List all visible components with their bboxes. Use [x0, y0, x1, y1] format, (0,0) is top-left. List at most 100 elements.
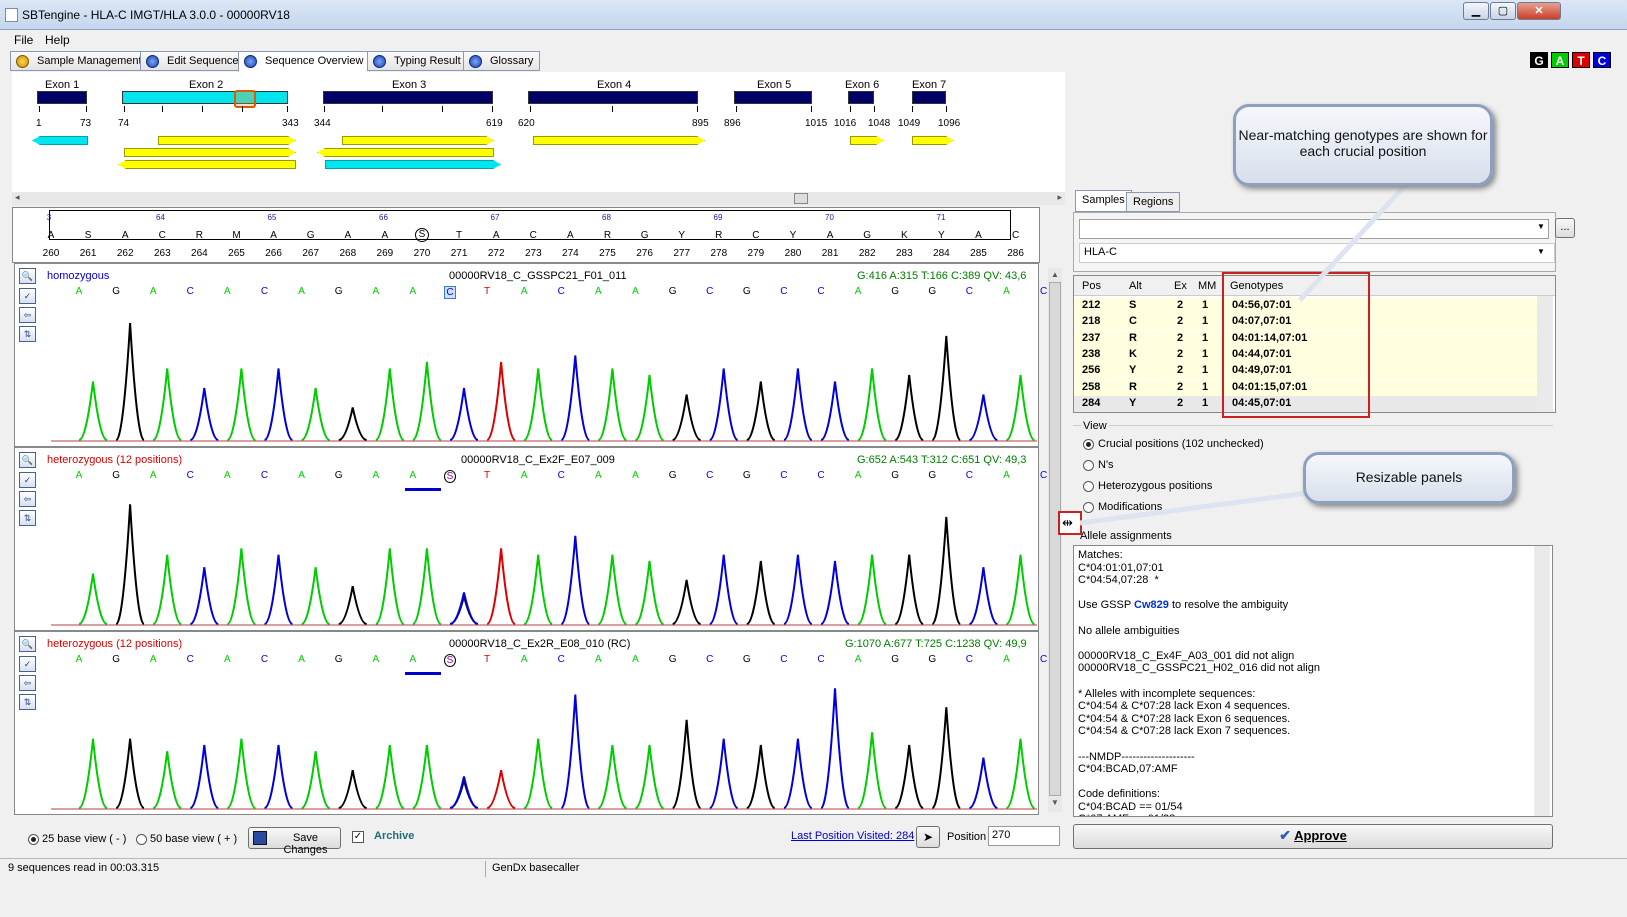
base-call[interactable]: G [741, 286, 753, 297]
base-call[interactable]: C [444, 286, 456, 299]
read-arrow[interactable] [158, 136, 296, 145]
col-mm[interactable]: MM [1198, 280, 1216, 292]
position-input[interactable]: 270 [988, 826, 1060, 846]
read-arrow[interactable] [317, 148, 494, 157]
exon-2-bar[interactable] [122, 91, 288, 104]
allele-assignments[interactable]: Matches: C*04:01:01,07:01 C*04:54,07:28 * U… [1073, 545, 1553, 817]
base-call[interactable]: A [296, 286, 308, 297]
arrow-left-icon[interactable]: ⇦ [19, 491, 36, 507]
base-call[interactable]: G [889, 286, 901, 297]
base-a[interactable]: A [1551, 52, 1569, 68]
read-arrow[interactable] [342, 136, 494, 145]
base-call[interactable]: C [704, 654, 716, 665]
exon-4-bar[interactable] [528, 91, 698, 104]
col-pos[interactable]: Pos [1082, 280, 1101, 292]
base-call[interactable]: A [73, 286, 85, 297]
trace-panel-2[interactable]: 🔍 ✓ ⇦ ⇅ heterozygous (12 positions) 0000… [14, 447, 1047, 631]
base-call[interactable]: A [1001, 654, 1013, 665]
tab-sample-management[interactable]: Sample Management [10, 51, 149, 71]
sample-combo[interactable] [1079, 219, 1549, 239]
read-arrow[interactable] [325, 160, 501, 169]
base-call[interactable]: A [630, 654, 642, 665]
arrow-left-icon[interactable]: ⇦ [19, 307, 36, 323]
read-arrow[interactable] [533, 136, 705, 145]
trace-panel-3[interactable]: 🔍 ✓ ⇦ ⇅ heterozygous (12 positions) 0000… [14, 631, 1047, 815]
goto-position-button[interactable]: ➤ [916, 826, 940, 848]
base-call[interactable]: A [852, 286, 864, 297]
base-call[interactable]: A [296, 470, 308, 481]
exon-3-bar[interactable] [323, 91, 493, 104]
read-arrow[interactable] [912, 136, 954, 145]
base-call[interactable]: A [221, 654, 233, 665]
base-call[interactable]: G [926, 654, 938, 665]
base-call[interactable]: A [630, 470, 642, 481]
base-call[interactable]: A [73, 654, 85, 665]
chromatogram[interactable] [51, 492, 1037, 628]
base-call[interactable]: A [1001, 470, 1013, 481]
base-call[interactable]: C [815, 654, 827, 665]
heterozygous-radio[interactable] [1083, 481, 1094, 492]
base-call[interactable]: G [667, 470, 679, 481]
base-call[interactable]: S [444, 470, 456, 483]
base-call[interactable]: A [73, 470, 85, 481]
splitter-handle[interactable]: ⇹ [1058, 511, 1082, 535]
sort-icon[interactable]: ⇅ [19, 326, 36, 342]
zoom-icon[interactable]: 🔍 [19, 268, 36, 284]
tab-sequence-overview[interactable]: Sequence Overview [238, 51, 371, 72]
base-call[interactable]: C [778, 654, 790, 665]
base-g[interactable]: G [1530, 52, 1548, 68]
base-call[interactable]: A [852, 654, 864, 665]
base-call[interactable]: G [889, 470, 901, 481]
base-call[interactable]: G [333, 286, 345, 297]
base-call[interactable]: C [704, 470, 716, 481]
base-call[interactable]: A [407, 470, 419, 481]
base-call[interactable]: S [444, 654, 456, 667]
base-call[interactable]: G [926, 286, 938, 297]
zoom-icon[interactable]: 🔍 [19, 452, 36, 468]
menu-help[interactable]: Help [45, 33, 70, 47]
base-call[interactable]: C [963, 286, 975, 297]
base-call[interactable]: A [370, 286, 382, 297]
base-call[interactable]: T [481, 654, 493, 665]
base-call[interactable]: G [926, 470, 938, 481]
col-ex[interactable]: Ex [1174, 280, 1187, 292]
ns-radio[interactable] [1083, 460, 1094, 471]
tab-typing-result[interactable]: Typing Result [367, 51, 468, 71]
trace-scrollbar[interactable]: ▲ ▼ [1048, 268, 1062, 812]
base-call[interactable]: A [221, 470, 233, 481]
save-changes-button[interactable]: Save Changes [248, 827, 341, 856]
base-call[interactable]: A [592, 654, 604, 665]
base-call[interactable]: G [667, 286, 679, 297]
approve-button[interactable]: ✔ Approve [1073, 824, 1553, 849]
trace-panel-1[interactable]: 🔍 ✓ ⇦ ⇅ homozygous 00000RV18_C_GSSPC21_F… [14, 263, 1047, 447]
modifications-radio[interactable] [1083, 502, 1094, 513]
browse-button[interactable]: ... [1555, 218, 1575, 238]
base-call[interactable]: G [741, 470, 753, 481]
view-50-radio[interactable] [136, 834, 147, 845]
base-call[interactable]: T [481, 286, 493, 297]
base-call[interactable]: A [147, 286, 159, 297]
base-c[interactable]: C [1593, 52, 1611, 68]
table-scrollbar[interactable] [1537, 296, 1553, 412]
base-call[interactable]: T [481, 470, 493, 481]
base-call[interactable]: C [778, 470, 790, 481]
chromatogram[interactable] [51, 304, 1037, 444]
last-position-link[interactable]: Last Position Visited: 284 [791, 830, 914, 842]
base-call[interactable]: C [815, 286, 827, 297]
minimize-button[interactable]: ▁ [1463, 2, 1489, 20]
base-call[interactable]: G [333, 470, 345, 481]
base-call[interactable]: C [778, 286, 790, 297]
base-call[interactable]: C [184, 470, 196, 481]
base-call[interactable]: A [592, 286, 604, 297]
base-call[interactable]: A [852, 470, 864, 481]
read-arrow[interactable] [32, 136, 88, 145]
base-call[interactable]: C [555, 286, 567, 297]
base-call[interactable]: G [110, 654, 122, 665]
base-t[interactable]: T [1572, 52, 1590, 68]
base-call[interactable]: C [259, 286, 271, 297]
base-call[interactable]: A [407, 654, 419, 665]
horizontal-scrollbar[interactable]: ◂ ▸ [12, 192, 1065, 205]
sort-icon[interactable]: ⇅ [19, 510, 36, 526]
exon-position-marker[interactable] [234, 90, 256, 108]
base-call[interactable]: G [333, 654, 345, 665]
